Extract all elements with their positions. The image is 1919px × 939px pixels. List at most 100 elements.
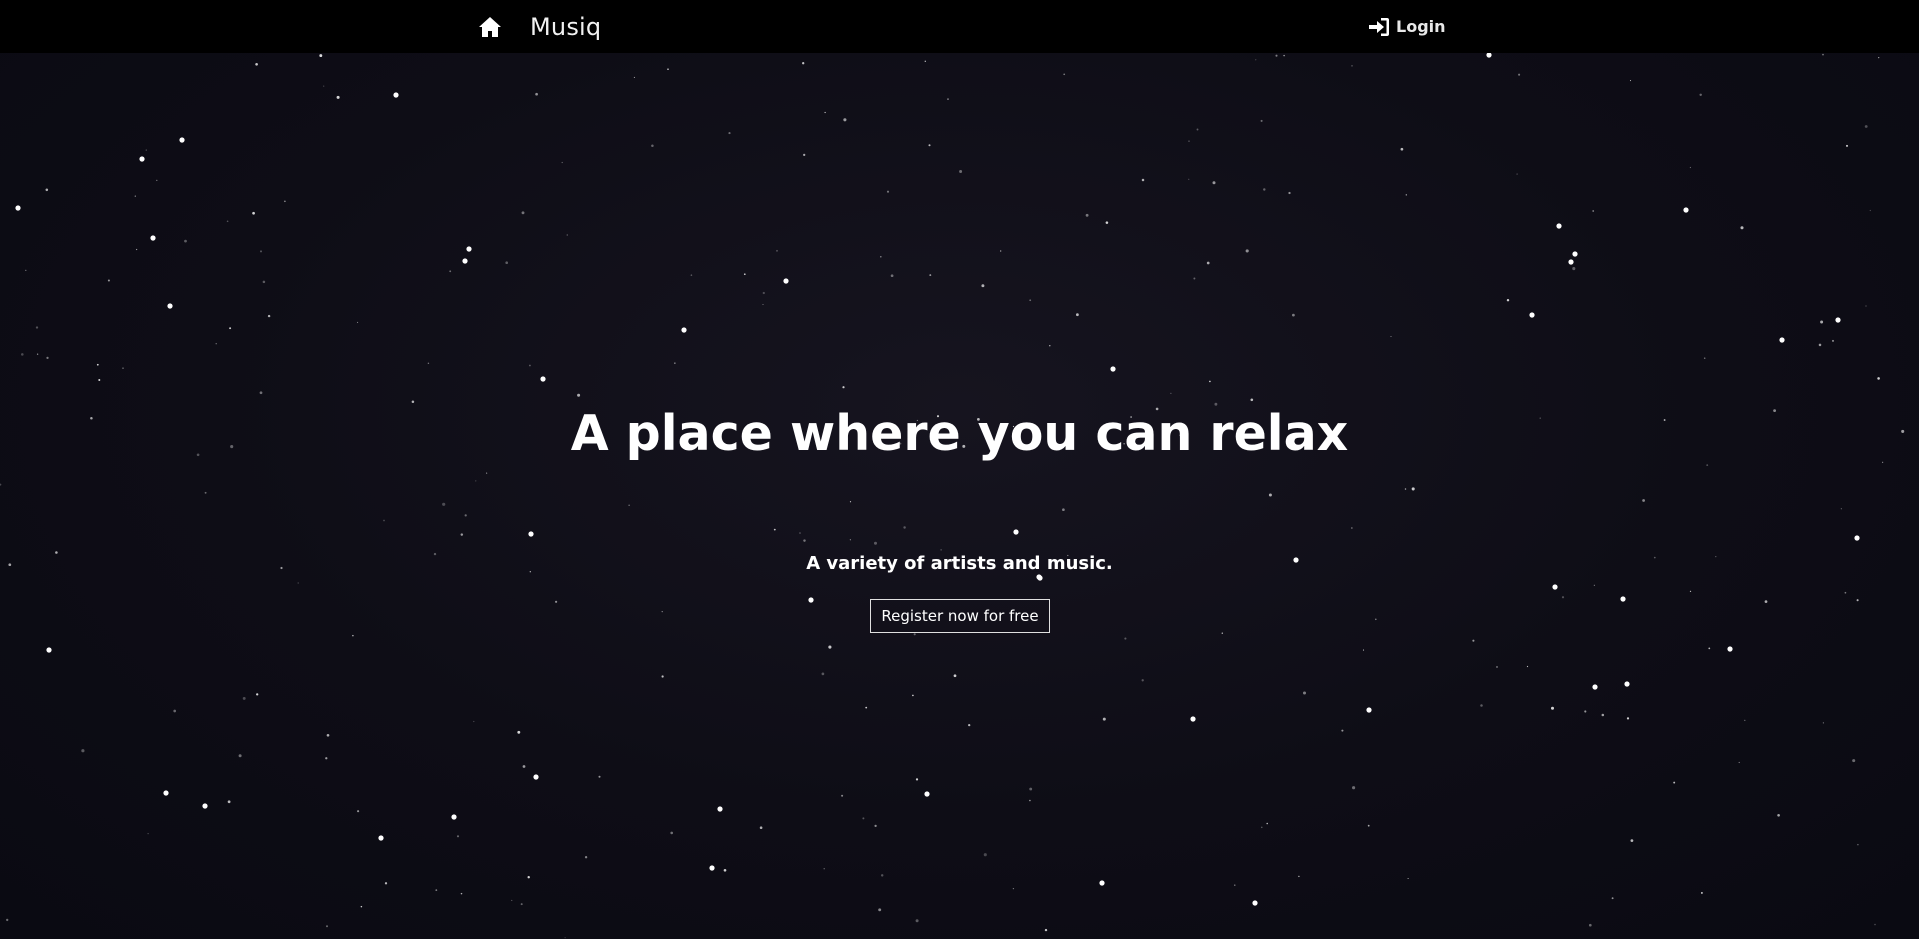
star [0, 483, 2, 486]
star [540, 376, 546, 382]
star [1209, 380, 1211, 383]
star [803, 539, 806, 542]
star [1552, 584, 1558, 590]
star [1854, 535, 1860, 541]
star [849, 501, 852, 503]
star [1188, 140, 1190, 142]
star [1260, 119, 1263, 122]
star [1212, 181, 1216, 185]
star [1302, 691, 1307, 695]
star [1298, 875, 1300, 878]
star [564, 937, 566, 939]
star [1170, 392, 1172, 394]
star [1275, 54, 1278, 57]
star [226, 220, 229, 223]
star [821, 672, 825, 676]
star [184, 239, 187, 243]
star [661, 611, 663, 613]
star [1708, 647, 1711, 650]
star [1196, 128, 1199, 131]
star [460, 533, 464, 536]
star [1529, 312, 1535, 318]
login-link[interactable]: Login [1368, 0, 1446, 53]
login-label: Login [1396, 17, 1446, 36]
star [1206, 261, 1210, 265]
star [1261, 826, 1263, 829]
starfield-background [0, 53, 1905, 939]
star [723, 868, 727, 872]
star [1703, 357, 1706, 359]
star [1506, 298, 1510, 302]
star [1266, 822, 1268, 825]
star [255, 62, 258, 66]
star [1141, 178, 1145, 182]
star [1049, 345, 1051, 347]
star [259, 391, 263, 395]
star [1740, 226, 1744, 230]
star [577, 393, 581, 397]
star [107, 279, 110, 282]
star [522, 765, 526, 768]
star [1568, 259, 1574, 265]
star [1856, 599, 1859, 602]
star [1738, 761, 1740, 764]
star [1255, 59, 1257, 61]
star [1193, 277, 1196, 280]
star [1852, 759, 1856, 763]
star [803, 153, 806, 157]
hero-section: A place where you can relax A variety of… [0, 53, 1919, 939]
star [762, 291, 765, 295]
star [521, 211, 525, 215]
star [1390, 335, 1392, 338]
star [928, 144, 931, 147]
star [527, 876, 530, 879]
star [252, 211, 255, 215]
star [475, 480, 477, 482]
star [260, 250, 262, 253]
star [1351, 527, 1353, 529]
star [865, 706, 868, 709]
register-button[interactable]: Register now for free [870, 599, 1050, 633]
star [824, 111, 826, 114]
star [256, 693, 259, 696]
star [1699, 93, 1702, 97]
star [357, 321, 359, 323]
star [360, 905, 363, 908]
home-icon[interactable] [478, 16, 502, 38]
star [1845, 144, 1849, 147]
star [1407, 877, 1409, 880]
star [1400, 147, 1404, 151]
star [783, 278, 789, 284]
star [1620, 596, 1626, 602]
star [1626, 717, 1630, 720]
star [849, 539, 851, 541]
star [1188, 178, 1190, 180]
star [661, 675, 664, 678]
star [1351, 65, 1353, 67]
star [1263, 188, 1266, 191]
star [1411, 487, 1415, 491]
star [227, 800, 231, 804]
star [903, 526, 906, 529]
star [709, 865, 715, 871]
star [1584, 710, 1587, 713]
star [451, 814, 457, 820]
star [1593, 584, 1595, 586]
star [1624, 681, 1630, 687]
star [1877, 377, 1880, 380]
star [1592, 210, 1595, 212]
star [880, 256, 882, 258]
star [1352, 786, 1356, 790]
star [878, 908, 882, 912]
star [325, 757, 328, 760]
star [1673, 781, 1676, 784]
star [1245, 249, 1249, 253]
star [427, 362, 430, 365]
star [336, 95, 340, 99]
star [1572, 251, 1578, 257]
brand-link[interactable]: Musiq [530, 13, 601, 41]
star [139, 156, 145, 162]
star [284, 200, 286, 203]
star [1840, 508, 1842, 510]
star [319, 54, 323, 58]
